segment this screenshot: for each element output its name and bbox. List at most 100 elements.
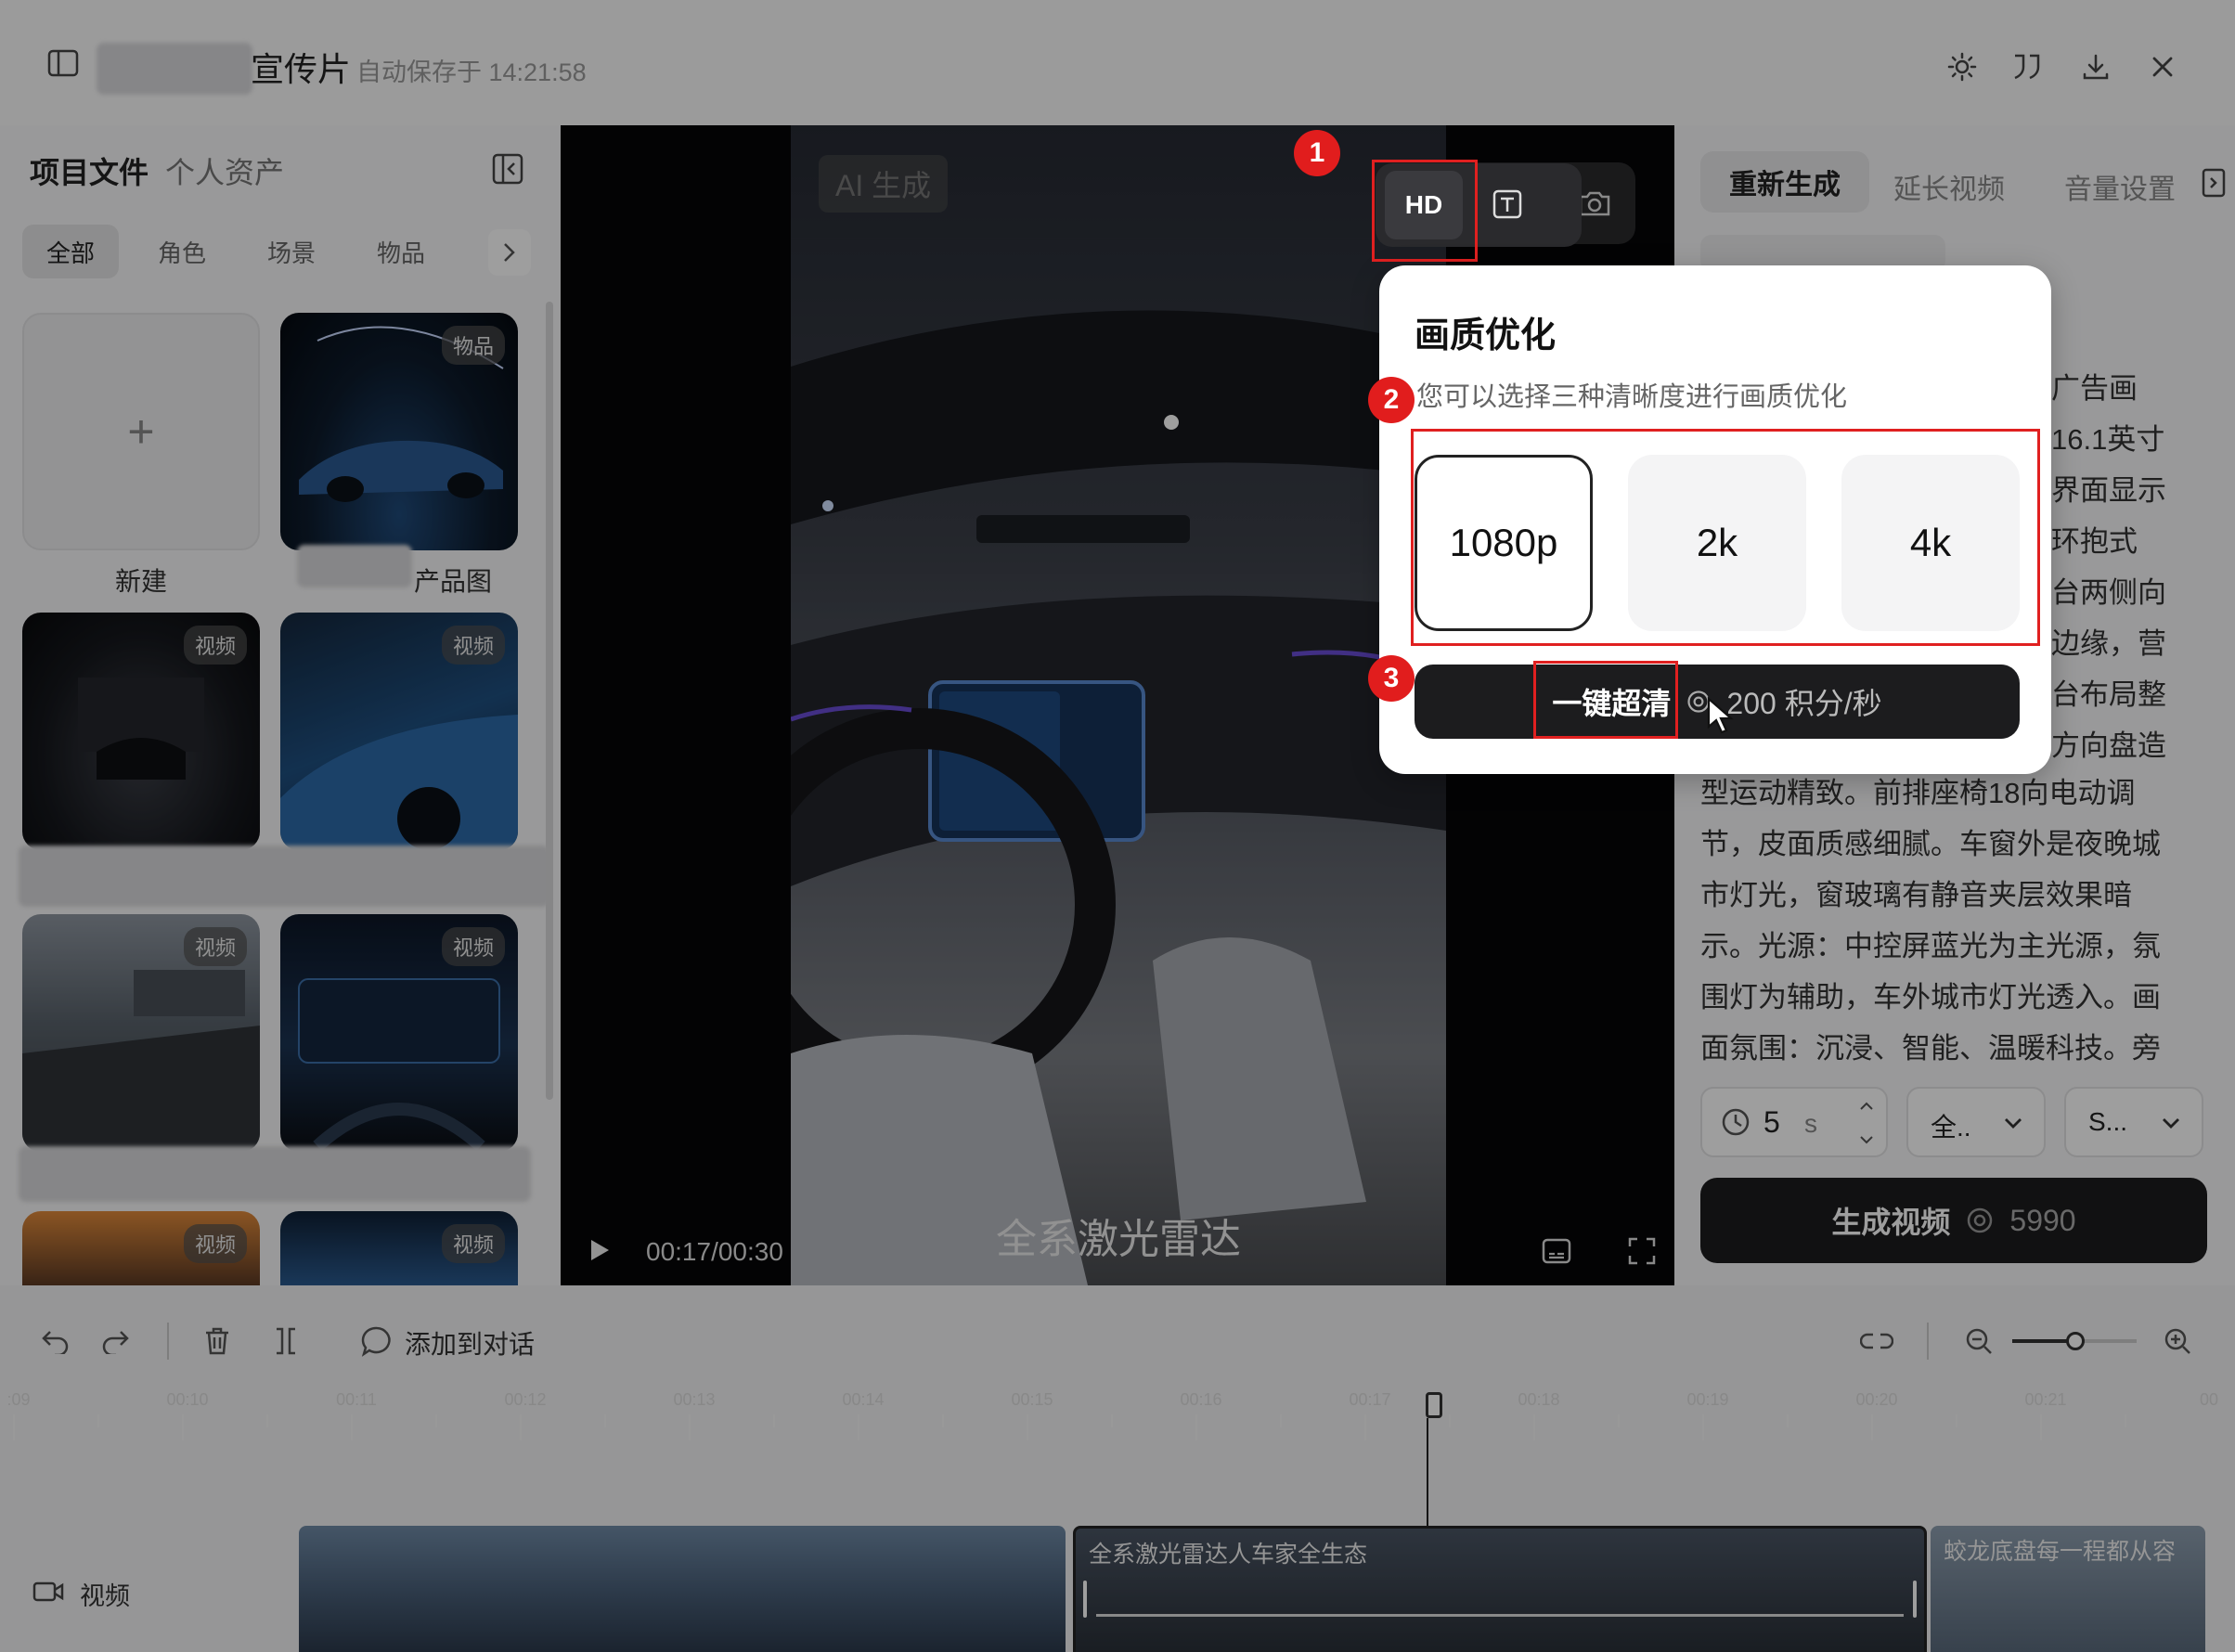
stepper-up-icon[interactable] xyxy=(1853,1092,1880,1120)
asset-video-garage[interactable]: 视频 xyxy=(22,613,260,850)
asset-video-racetrack[interactable]: 视频 xyxy=(22,914,260,1152)
collapse-panel-icon[interactable] xyxy=(488,149,527,188)
ruler-minor-tick xyxy=(97,1414,99,1427)
ruler-minor-tick xyxy=(942,1414,944,1427)
tab-regenerate[interactable]: 重新生成 xyxy=(1700,151,1869,213)
ruler-tick-label: 00:19 xyxy=(1686,1390,1729,1409)
chat-bubble-icon xyxy=(356,1321,397,1362)
playhead-handle[interactable] xyxy=(1426,1392,1442,1418)
toolbar-divider xyxy=(1927,1323,1929,1360)
clip-2-title: 全系激光雷达人车家全生态 xyxy=(1089,1542,1368,1568)
category-character[interactable]: 角色 xyxy=(134,225,230,278)
clip-trim-left-handle[interactable] xyxy=(1083,1581,1087,1618)
timeline-clip-1[interactable] xyxy=(299,1526,1066,1652)
style-select[interactable]: S... xyxy=(2064,1087,2203,1157)
ruler-tick-label: :09 xyxy=(6,1390,31,1409)
ruler-tick-label: 00:10 xyxy=(166,1390,209,1409)
category-scene[interactable]: 场景 xyxy=(243,225,340,278)
annotation-marker-1: 1 xyxy=(1294,130,1340,176)
sidebar-toggle-icon[interactable] xyxy=(45,45,82,82)
prompt-text[interactable]: 型运动精致。前排座椅18向电动调 节，皮面质感细腻。车窗外是夜晚城 市灯光，窗玻… xyxy=(1700,768,2161,1074)
zoom-out-icon[interactable] xyxy=(1958,1321,1999,1362)
ruler-major-tick xyxy=(182,1414,184,1440)
ruler-minor-tick xyxy=(266,1414,268,1427)
zoom-slider-handle[interactable] xyxy=(2066,1332,2085,1350)
ruler-minor-tick xyxy=(1956,1414,1957,1427)
asset-video-car-side[interactable]: 视频 xyxy=(280,613,518,850)
chevron-down-icon xyxy=(1999,1109,2027,1137)
timeline-clip-3[interactable]: 蛟龙底盘每一程都从容 xyxy=(1931,1526,2205,1652)
chevron-down-icon xyxy=(2157,1109,2185,1137)
category-item[interactable]: 物品 xyxy=(353,225,449,278)
ruler-tick-label: 00:12 xyxy=(504,1390,547,1409)
close-icon[interactable] xyxy=(2142,46,2183,87)
assets-scrollbar[interactable] xyxy=(546,302,553,1100)
tab-personal-assets[interactable]: 个人资产 xyxy=(165,149,284,192)
credits-icon xyxy=(1965,1206,1995,1235)
badge-video: 视频 xyxy=(183,626,247,665)
ruler-major-tick xyxy=(1027,1414,1028,1440)
ruler-minor-tick xyxy=(1449,1414,1451,1427)
ratio-select[interactable]: 全.. xyxy=(1906,1087,2046,1157)
project-title: 宣传片 xyxy=(251,50,352,88)
timeline-clip-2-selected[interactable]: 全系激光雷达人车家全生态 xyxy=(1073,1526,1927,1652)
ruler-tick-label: 00:21 xyxy=(2024,1390,2067,1409)
mouse-cursor-icon xyxy=(1706,696,1734,735)
asset-video-sunset[interactable]: 视频 xyxy=(22,1211,260,1285)
ruler-major-tick xyxy=(1702,1414,1704,1440)
new-asset-button[interactable]: + xyxy=(22,313,260,550)
video-time: 00:17/00:30 xyxy=(646,1237,783,1266)
asset-video-dashboard[interactable]: 视频 xyxy=(280,914,518,1152)
ruler-tick-label: 00:14 xyxy=(842,1390,885,1409)
panel-edge-icon[interactable] xyxy=(2200,166,2228,200)
quote-icon[interactable] xyxy=(2007,46,2048,87)
ruler-tick-label: 00:18 xyxy=(1518,1390,1560,1409)
ruler-major-tick xyxy=(689,1414,691,1440)
captions-icon[interactable] xyxy=(1535,1230,1578,1272)
fullscreen-icon[interactable] xyxy=(1621,1230,1663,1272)
duration-stepper[interactable]: 5 s xyxy=(1700,1087,1888,1157)
clip-3-title: 蛟龙底盘每一程都从容 xyxy=(1944,1539,2177,1565)
redo-icon[interactable] xyxy=(95,1321,136,1362)
ruler-tick-label: 00:20 xyxy=(1855,1390,1898,1409)
text-tool-icon[interactable] xyxy=(1483,178,1531,230)
asset-product-car[interactable]: 物品 xyxy=(280,313,518,550)
play-icon[interactable] xyxy=(581,1232,618,1269)
undo-icon[interactable] xyxy=(35,1321,76,1362)
enhance-cost: 200 积分/秒 xyxy=(1726,687,1882,720)
download-icon[interactable] xyxy=(2075,46,2116,87)
theme-sun-icon[interactable] xyxy=(1942,46,1983,87)
new-asset-label: 新建 xyxy=(114,567,167,596)
quality-popup-subtitle: 您可以选择三种清晰度进行画质优化 xyxy=(1416,382,1848,412)
zoom-in-icon[interactable] xyxy=(2157,1321,2198,1362)
video-frame: 全系激光雷达 xyxy=(791,125,1446,1285)
badge-video: 视频 xyxy=(441,927,505,966)
tab-extend-video[interactable]: 延长视频 xyxy=(1893,166,2005,207)
ruler-major-tick xyxy=(1871,1414,1873,1440)
badge-item: 物品 xyxy=(441,326,505,365)
zoom-slider[interactable] xyxy=(2012,1332,2137,1350)
tab-project-files[interactable]: 项目文件 xyxy=(30,149,149,192)
generate-video-button[interactable]: 生成视频 5990 xyxy=(1700,1178,2207,1263)
category-next-chevron-icon[interactable] xyxy=(488,229,531,276)
category-all[interactable]: 全部 xyxy=(22,225,119,278)
badge-video: 视频 xyxy=(441,626,505,665)
tab-volume-settings[interactable]: 音量设置 xyxy=(2064,166,2176,207)
clip-trim-right-handle[interactable] xyxy=(1913,1581,1917,1618)
add-to-chat-button[interactable]: 添加到对话 xyxy=(405,1324,535,1362)
ruler-minor-tick xyxy=(2125,1414,2126,1427)
ratio-select-value: 全.. xyxy=(1931,1113,1971,1142)
clip-volume-line[interactable] xyxy=(1096,1614,1904,1617)
asset-video-car-front[interactable]: 视频 xyxy=(280,1211,518,1285)
ruler-major-tick xyxy=(13,1414,15,1440)
blurred-row xyxy=(19,1146,531,1202)
stepper-down-icon[interactable] xyxy=(1853,1126,1880,1154)
delete-icon[interactable] xyxy=(197,1321,238,1362)
split-icon[interactable] xyxy=(265,1321,306,1362)
link-icon[interactable] xyxy=(1854,1321,1899,1362)
ruler-minor-tick xyxy=(1787,1414,1789,1427)
ruler-tick-label: 00:13 xyxy=(673,1390,716,1409)
annotation-box-2 xyxy=(1411,429,2040,646)
annotation-box-3 xyxy=(1533,661,1678,739)
ruler-major-tick xyxy=(2040,1414,2042,1440)
